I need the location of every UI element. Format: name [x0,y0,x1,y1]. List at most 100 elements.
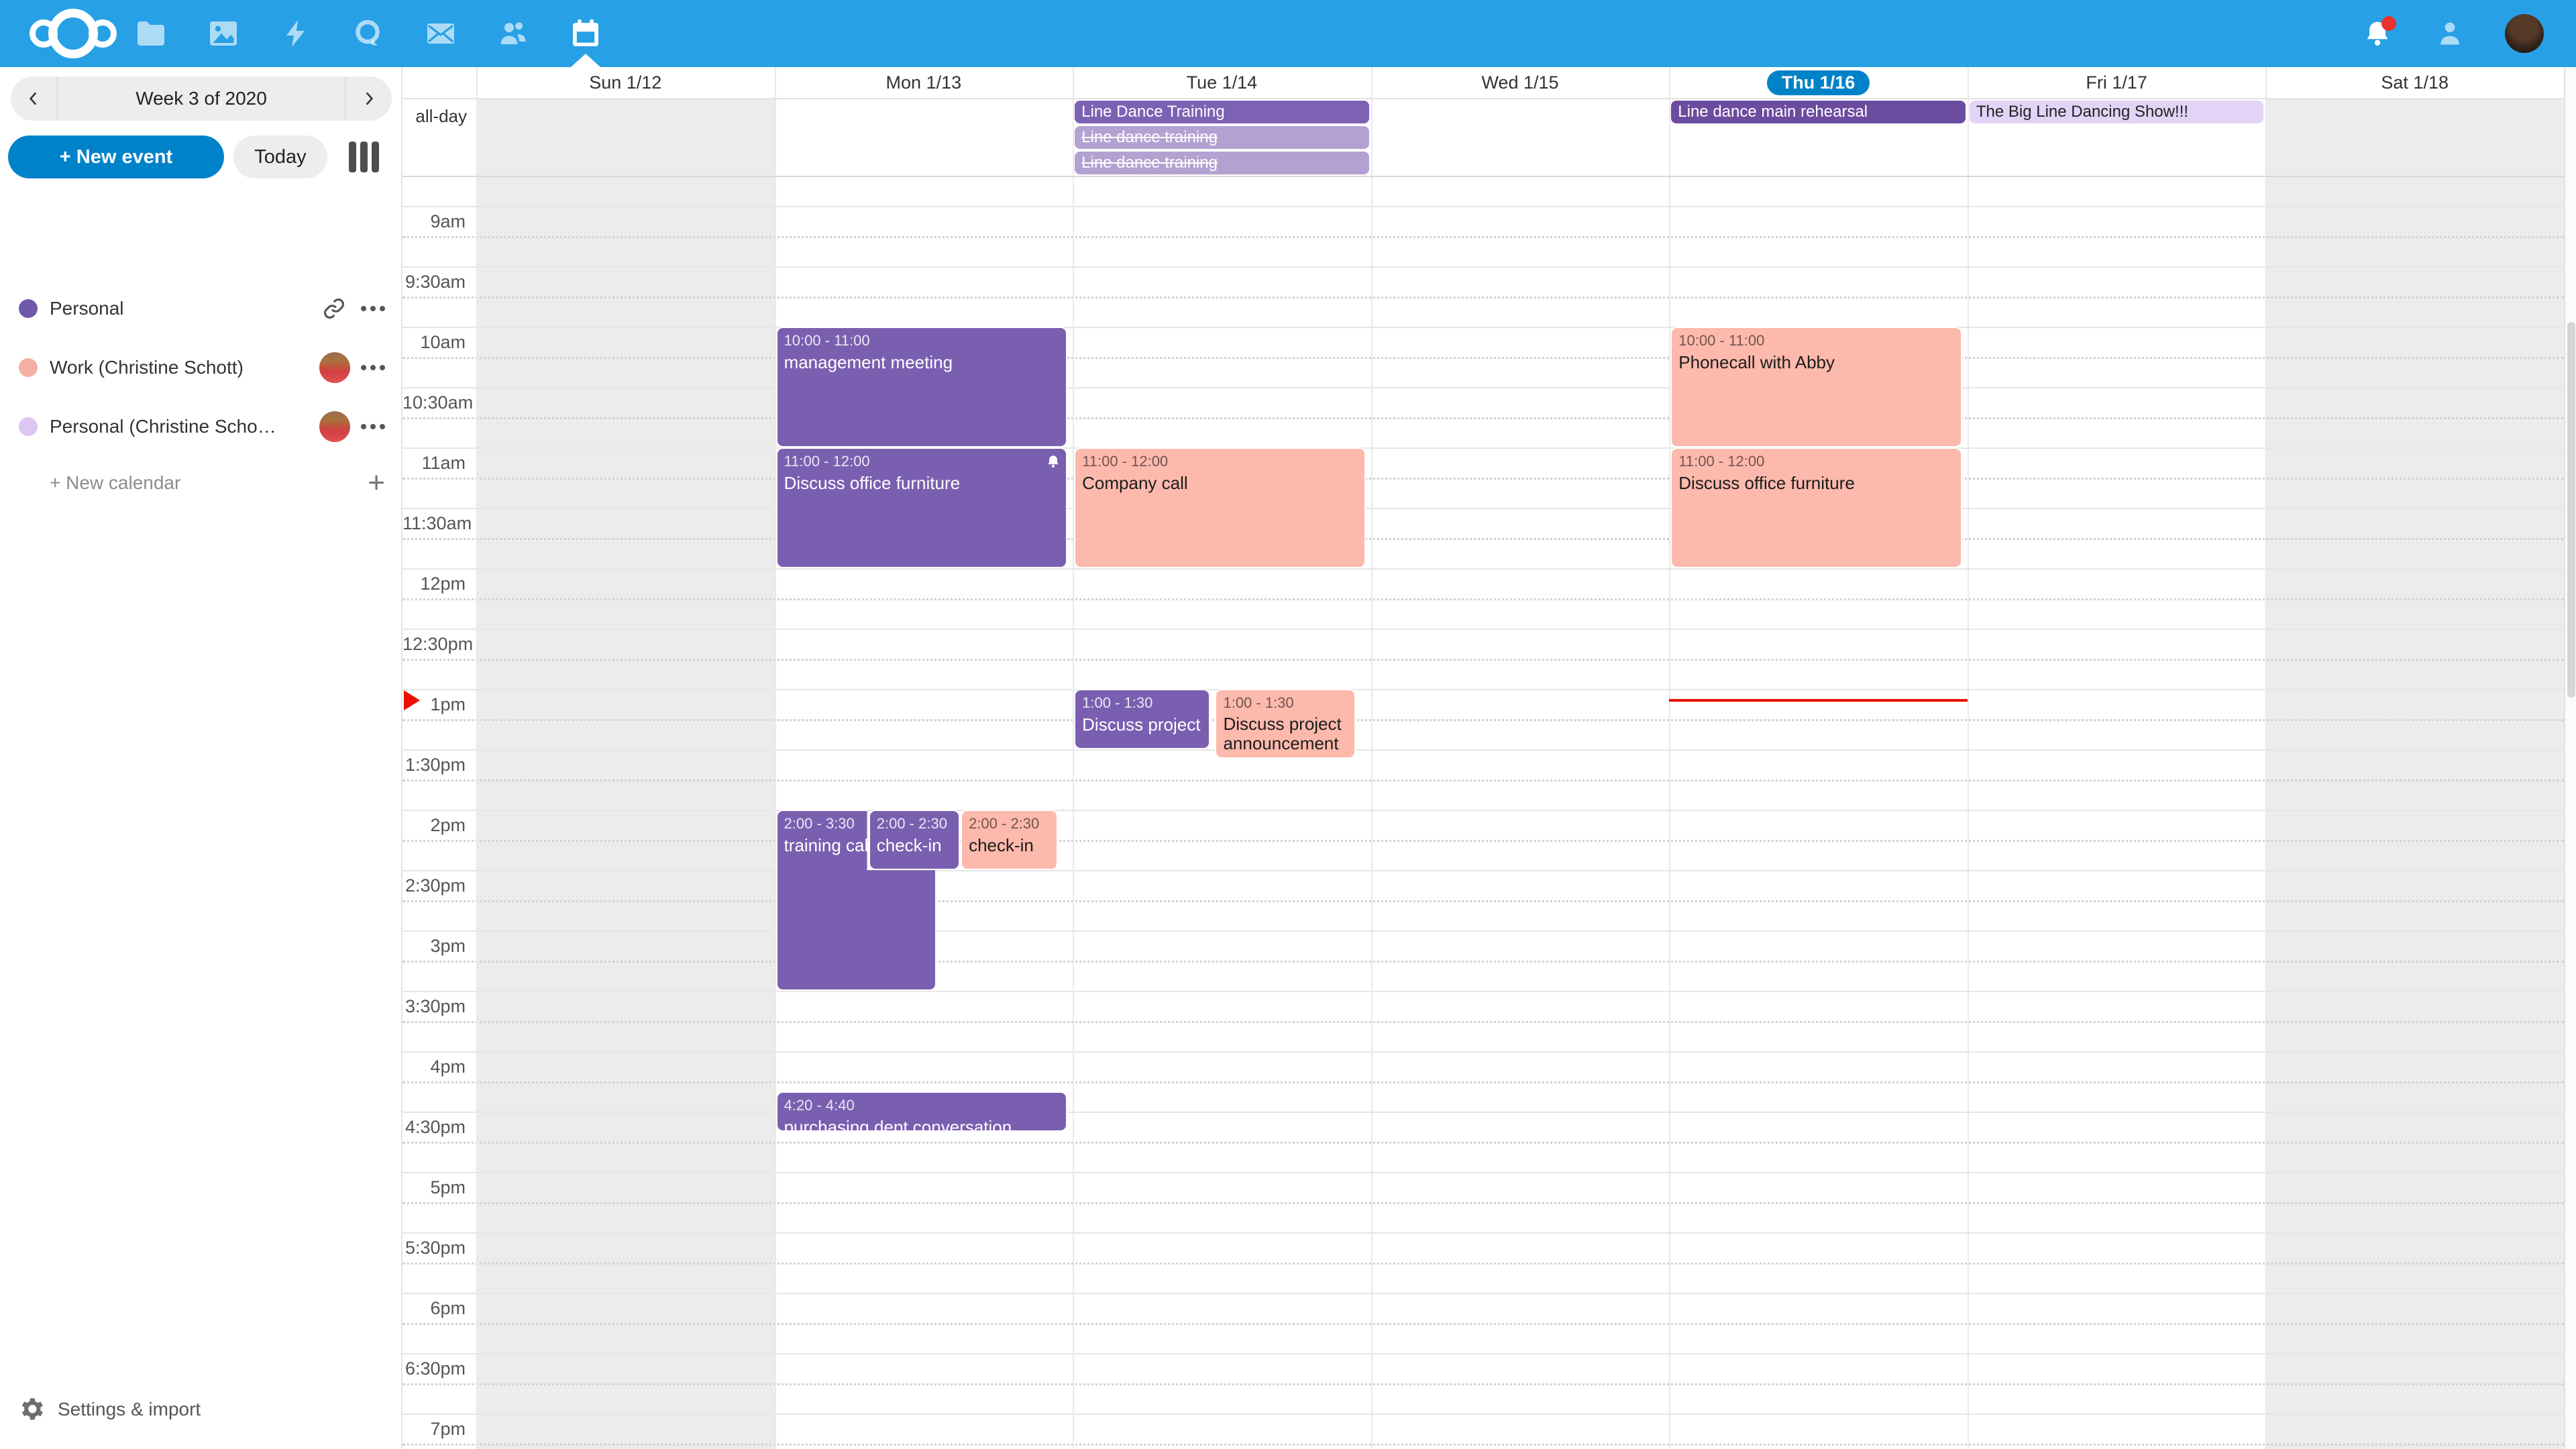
owner-avatar [319,352,350,383]
event[interactable]: 4:20 - 4:40purchasing dept conversation [776,1091,1068,1132]
hour-gridline [402,327,2564,328]
event[interactable]: 2:00 - 2:30check-in [869,810,960,870]
time-grid[interactable]: 9am9:30am10am10:30am11am11:30am12pm12:30… [402,176,2564,1449]
minor-gridline [402,357,2564,359]
app-icon-activity[interactable] [277,15,315,52]
time-label: 10am [402,332,466,353]
time-label: 6pm [402,1298,466,1319]
minor-gridline [402,840,2564,842]
hour-gridline [402,508,2564,509]
week-label[interactable]: Week 3 of 2020 [56,76,346,121]
new-calendar-button[interactable]: + New calendar+ [0,456,402,510]
settings-import-button[interactable]: Settings & import [0,1386,402,1433]
calendar-week-view: Sun 1/12Mon 1/13Tue 1/14 Wed 1/15 Thu 1/16… [402,67,2564,1449]
app-icon-calendar[interactable] [567,15,604,52]
vertical-scrollbar[interactable] [2564,67,2576,1449]
view-toggle-button[interactable] [349,142,379,172]
nextcloud-logo[interactable] [30,0,117,67]
hour-gridline [402,206,2564,207]
time-label: 9:30am [402,272,466,292]
view-bar [372,142,379,172]
event[interactable]: 1:00 - 1:30Discuss project announcement [1074,689,1210,749]
calendar-actions-menu[interactable] [350,424,385,429]
new-event-button[interactable]: + New event [8,136,224,178]
scrollbar-thumb[interactable] [2567,322,2575,698]
app-icon-files[interactable] [132,15,170,52]
time-label: 6:30pm [402,1358,466,1379]
minor-gridline [402,659,2564,661]
day-header[interactable]: Fri 1/17 [1968,67,2266,98]
calendar-list-item[interactable]: Personal (Christine Scho… [0,397,402,456]
minor-gridline [402,1444,2564,1446]
time-label: 9am [402,211,466,232]
minor-gridline [402,417,2564,419]
all-day-cell[interactable]: Line dance main rehearsal [1669,101,1968,126]
app-icon-photos[interactable] [205,15,242,52]
share-link-icon[interactable] [318,292,350,325]
event-time: 11:00 - 12:00 [1678,453,1954,470]
all-day-cell[interactable]: Line Dance Training Line dance training Li… [1073,101,1371,177]
files-icon [135,17,167,50]
event-title: Discuss project announcement [1223,714,1348,753]
calendar-list-item[interactable]: Personal [0,279,402,338]
minor-gridline [402,961,2564,963]
all-day-cell[interactable]: The Big Line Dancing Show!!! [1968,101,2266,126]
event[interactable]: 11:00 - 12:00Discuss office furniture [1670,447,1962,568]
chevron-right-icon [360,90,378,107]
calendar-name: Work (Christine Schott) [50,357,319,378]
all-day-event[interactable]: Line dance training [1075,152,1369,174]
event-time: 10:00 - 11:00 [784,332,1060,350]
day-header-label: Wed 1/15 [1481,72,1558,93]
contacts-menu-button[interactable] [2432,16,2467,51]
event[interactable]: 10:00 - 11:00management meeting [776,327,1068,447]
all-day-event[interactable]: Line dance main rehearsal [1671,101,1966,123]
app-icon-talk[interactable] [350,15,387,52]
calendar-actions-menu[interactable] [350,365,385,370]
event-title: Company call [1082,473,1358,494]
all-day-event[interactable]: The Big Line Dancing Show!!! [1970,101,2264,123]
event[interactable]: 11:00 - 12:00Discuss office furniture [776,447,1068,568]
time-label: 11am [402,453,466,474]
hour-gridline [402,629,2564,630]
day-header[interactable]: Sun 1/12 [476,67,775,98]
column-border [775,67,776,1449]
day-header[interactable]: Thu 1/16 [1669,67,1968,98]
settings-label: Settings & import [58,1399,201,1420]
event[interactable]: 1:00 - 1:30Discuss project announcement [1215,689,1356,759]
calendar-name: Personal (Christine Scho… [50,416,319,437]
previous-week-button[interactable] [11,76,56,121]
event-title: Discuss project announcement [1082,714,1202,735]
event[interactable]: 2:00 - 2:30check-in [961,810,1058,870]
event-time: 4:20 - 4:40 [784,1097,1060,1114]
user-avatar[interactable] [2505,14,2544,53]
event[interactable]: 11:00 - 12:00Company call [1074,447,1366,568]
event[interactable]: 10:00 - 11:00Phonecall with Abby [1670,327,1962,447]
mail-icon [425,17,457,50]
app-icon-contacts[interactable] [494,15,532,52]
day-header[interactable]: Mon 1/13 [775,67,1073,98]
minor-gridline [402,900,2564,902]
next-week-button[interactable] [346,76,392,121]
hour-gridline [402,1353,2564,1354]
hour-gridline [402,749,2564,751]
minor-gridline [402,1383,2564,1385]
time-label: 12pm [402,574,466,594]
all-day-event[interactable]: Line dance training [1075,126,1369,149]
event-time: 2:00 - 2:30 [969,815,1050,833]
calendar-actions-menu[interactable] [350,306,385,311]
day-header[interactable]: Tue 1/14 [1073,67,1371,98]
day-header[interactable]: Sat 1/18 [2265,67,2564,98]
today-button[interactable]: Today [233,136,327,178]
app-icon-mail[interactable] [422,15,460,52]
hour-gridline [402,387,2564,388]
event-title: Discuss office furniture [784,473,1060,494]
all-day-event[interactable]: Line Dance Training [1075,101,1369,123]
calendar-color-dot [19,299,38,318]
event-time: 10:00 - 11:00 [1678,332,1954,350]
person-icon [2435,19,2465,48]
menu-dot [380,306,385,311]
hour-gridline [402,1172,2564,1173]
day-header[interactable]: Wed 1/15 [1371,67,1670,98]
calendar-list-item[interactable]: Work (Christine Schott) [0,338,402,397]
notifications-button[interactable] [2360,16,2395,51]
